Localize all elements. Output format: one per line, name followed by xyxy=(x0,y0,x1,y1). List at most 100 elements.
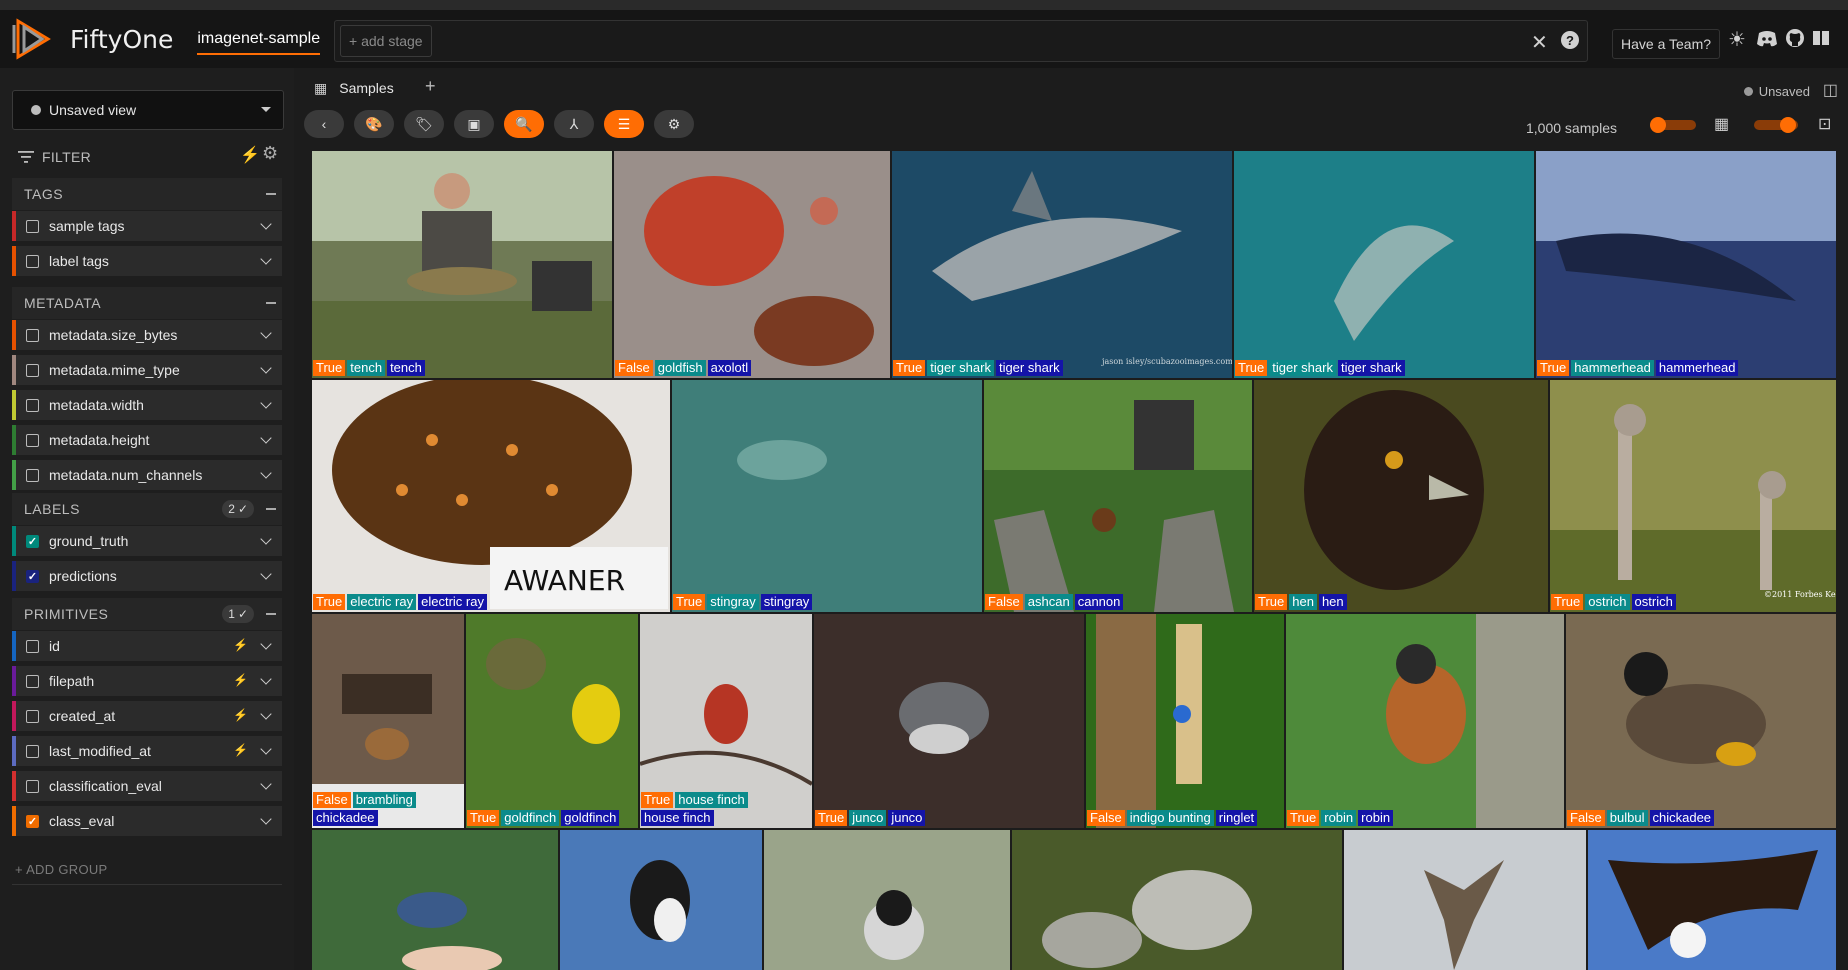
sample-tile[interactable]: True goldfinch goldfinch xyxy=(466,614,638,828)
discord-icon[interactable] xyxy=(1756,30,1778,48)
grid-zoom-slider[interactable] xyxy=(1754,117,1798,133)
help-icon[interactable]: ? xyxy=(1561,31,1579,49)
field-checkbox[interactable] xyxy=(26,219,39,233)
field-num-channels[interactable]: metadata.num_channels xyxy=(12,460,282,490)
field-classification-eval[interactable]: classification_eval xyxy=(12,771,282,801)
sample-tile[interactable]: True stingray stingray xyxy=(672,380,982,612)
field-checkbox[interactable] xyxy=(26,468,39,482)
field-last-modified-at[interactable]: last_modified_at ⚡ xyxy=(12,736,282,766)
similarity-search-button[interactable]: 🔍 xyxy=(504,110,544,138)
chevron-down-icon[interactable] xyxy=(260,467,272,479)
field-height[interactable]: metadata.height xyxy=(12,425,282,455)
chevron-down-icon[interactable] xyxy=(260,568,272,580)
field-filepath[interactable]: filepath ⚡ xyxy=(12,666,282,696)
field-checkbox[interactable] xyxy=(26,254,39,268)
collapse-minus-icon[interactable] xyxy=(266,302,276,304)
settings-button[interactable]: ⚙ xyxy=(654,110,694,138)
chevron-down-icon[interactable] xyxy=(260,327,272,339)
chevron-down-icon[interactable] xyxy=(260,218,272,230)
sample-tile[interactable] xyxy=(1012,830,1342,970)
field-width[interactable]: metadata.width xyxy=(12,390,282,420)
chevron-down-icon[interactable] xyxy=(260,397,272,409)
have-a-team-button[interactable]: Have a Team? xyxy=(1612,29,1721,59)
field-checkbox-checked[interactable]: ✓ xyxy=(26,569,39,583)
new-panel-plus-icon[interactable]: + xyxy=(425,76,436,97)
field-class-eval[interactable]: ✓ class_eval xyxy=(12,806,282,836)
field-checkbox[interactable] xyxy=(26,709,39,723)
field-created-at[interactable]: created_at ⚡ xyxy=(12,701,282,731)
field-predictions[interactable]: ✓ predictions xyxy=(12,561,282,591)
sample-tile[interactable]: True tench tench xyxy=(312,151,612,378)
field-checkbox-checked[interactable]: ✓ xyxy=(26,534,39,548)
sample-tile[interactable]: False ashcan cannon xyxy=(984,380,1252,612)
sample-tile[interactable] xyxy=(312,830,558,970)
field-checkbox[interactable] xyxy=(26,363,39,377)
field-checkbox[interactable] xyxy=(26,779,39,793)
primitives-count-badge[interactable]: 1 ✓ xyxy=(222,605,254,623)
sample-tile[interactable]: False bulbul chickadee xyxy=(1566,614,1836,828)
collapse-minus-icon[interactable] xyxy=(266,193,276,195)
group-tags[interactable]: TAGS xyxy=(12,178,282,210)
sample-tile[interactable]: True hammerhead hammerhead xyxy=(1536,151,1836,378)
field-checkbox[interactable] xyxy=(26,639,39,653)
sample-tile[interactable]: True tiger shark tiger shark xyxy=(1234,151,1534,378)
saved-view-select[interactable]: Unsaved view xyxy=(12,90,284,130)
chevron-down-icon[interactable] xyxy=(260,362,272,374)
collapse-minus-icon[interactable] xyxy=(266,508,276,510)
field-id[interactable]: id ⚡ xyxy=(12,631,282,661)
field-ground-truth[interactable]: ✓ ground_truth xyxy=(12,526,282,556)
sample-tile[interactable]: False goldfish axolotl xyxy=(614,151,890,378)
field-size-bytes[interactable]: metadata.size_bytes xyxy=(12,320,282,350)
labels-count-badge[interactable]: 2 ✓ xyxy=(222,500,254,518)
slider-knob[interactable] xyxy=(1780,117,1796,133)
tag-button[interactable]: 🏷 xyxy=(404,110,444,138)
sample-tile[interactable]: AWANER True electric ray electric ray xyxy=(312,380,670,612)
toggle-knob[interactable] xyxy=(1650,117,1666,133)
chevron-down-icon[interactable] xyxy=(260,673,272,685)
fullscreen-icon[interactable]: ⊡ xyxy=(1818,114,1831,134)
sample-tile[interactable]: True junco junco xyxy=(814,614,1084,828)
chevron-down-icon[interactable] xyxy=(260,813,272,825)
add-stage-input[interactable]: + add stage xyxy=(340,25,432,57)
sample-tile[interactable] xyxy=(1344,830,1586,970)
field-checkbox[interactable] xyxy=(26,433,39,447)
sample-tile[interactable]: jason isley/scubazooimages.com True tige… xyxy=(892,151,1232,378)
back-button[interactable]: ‹ xyxy=(304,110,344,138)
chevron-down-icon[interactable] xyxy=(260,638,272,650)
sample-tile[interactable]: True robin robin xyxy=(1286,614,1564,828)
app-brand[interactable]: FiftyOne xyxy=(70,25,173,54)
tab-samples[interactable]: ▦ Samples xyxy=(304,70,416,106)
lightning-mode-icon[interactable]: ⚡ xyxy=(240,145,260,165)
layout-split-icon[interactable]: ◫ xyxy=(1823,80,1838,100)
group-labels[interactable]: LABELS 2 ✓ xyxy=(12,493,282,525)
color-scheme-button[interactable]: 🎨 xyxy=(354,110,394,138)
chevron-down-icon[interactable] xyxy=(260,778,272,790)
sample-tile[interactable] xyxy=(764,830,1010,970)
sort-by-similarity-button[interactable]: ⅄ xyxy=(554,110,594,138)
chevron-down-icon[interactable] xyxy=(260,253,272,265)
theme-toggle-icon[interactable]: ☀ xyxy=(1728,27,1746,52)
field-checkbox[interactable] xyxy=(26,328,39,342)
patches-button[interactable]: ▣ xyxy=(454,110,494,138)
sample-tile[interactable]: True house finch house finch xyxy=(640,614,812,828)
field-checkbox[interactable] xyxy=(26,674,39,688)
chevron-down-icon[interactable] xyxy=(260,743,272,755)
chevron-down-icon[interactable] xyxy=(260,432,272,444)
docs-book-icon[interactable] xyxy=(1812,29,1830,47)
github-icon[interactable] xyxy=(1785,28,1805,48)
sample-tile[interactable] xyxy=(1588,830,1836,970)
sample-tile[interactable]: False indigo bunting ringlet xyxy=(1086,614,1284,828)
clear-view-icon[interactable]: ✕ xyxy=(1531,30,1548,55)
media-field-toggle[interactable] xyxy=(1650,117,1696,133)
group-primitives[interactable]: PRIMITIVES 1 ✓ xyxy=(12,598,282,630)
operators-browser-button[interactable]: ☰ xyxy=(604,110,644,138)
chevron-down-icon[interactable] xyxy=(260,708,272,720)
sidebar-settings-gear-icon[interactable]: ⚙ xyxy=(262,143,278,164)
view-bar[interactable]: + add stage ✕ ? xyxy=(334,20,1588,62)
field-mime-type[interactable]: metadata.mime_type xyxy=(12,355,282,385)
sample-tile[interactable]: False brambling chickadee xyxy=(312,614,464,828)
field-label-tags[interactable]: label tags xyxy=(12,246,282,276)
sample-tile[interactable]: True hen hen xyxy=(1254,380,1548,612)
add-group-button[interactable]: + ADD GROUP xyxy=(15,862,108,877)
sample-tile[interactable]: ©2011 Forbes Kelly True ostrich ostrich xyxy=(1550,380,1836,612)
